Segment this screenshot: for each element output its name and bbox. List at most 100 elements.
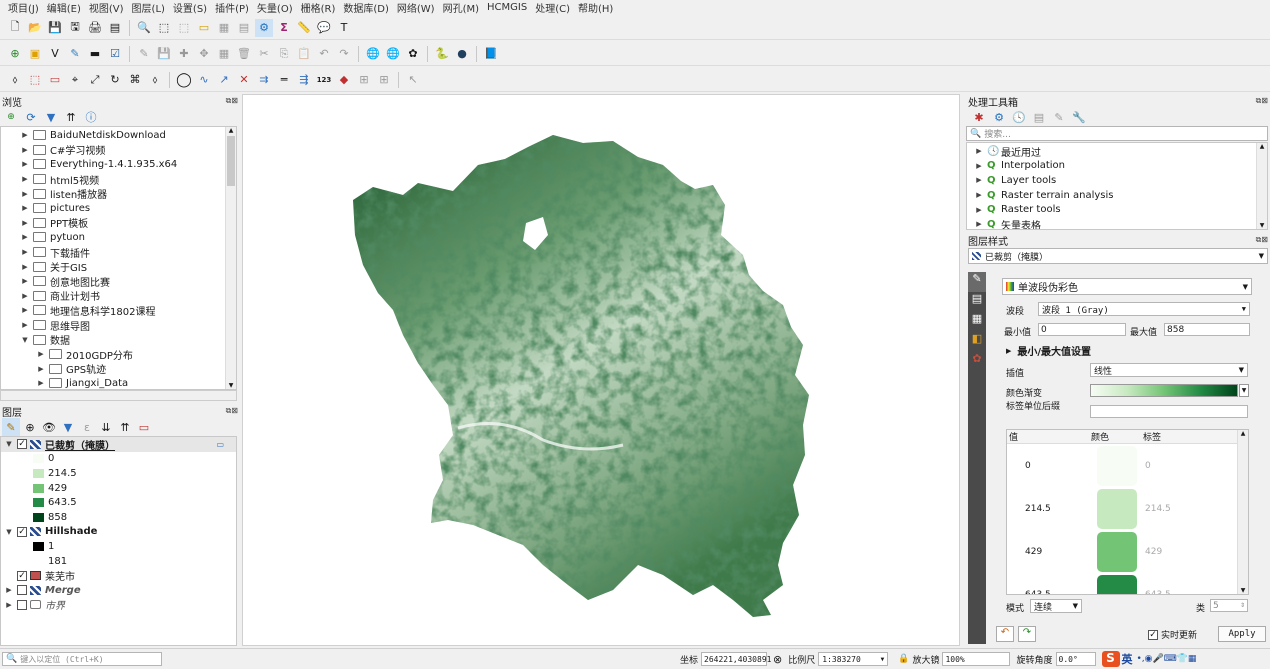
layer-indicator-icon[interactable]: ▭ (216, 440, 224, 449)
transparency-tab-icon[interactable]: ▤ (968, 292, 986, 312)
browser-item[interactable]: ▶ GPS轨迹 (1, 362, 236, 376)
label-rotate-icon[interactable]: ↻ (106, 71, 124, 89)
results-icon[interactable]: ▤ (1030, 108, 1048, 126)
add-vector-icon[interactable]: V (46, 45, 64, 63)
toolbox-item[interactable]: ▶ Q Interpolation (967, 159, 1267, 174)
browser-item[interactable]: ▶ Jiangxi_Data (1, 376, 236, 389)
class-value[interactable]: 0 (1007, 461, 1097, 471)
collapsed-arrow-icon[interactable]: ▶ (17, 321, 33, 329)
snap-icon[interactable]: ⊞ (355, 71, 373, 89)
collapsed-arrow-icon[interactable]: ▶ (17, 263, 33, 271)
menu-item[interactable]: 帮助(H) (574, 0, 617, 15)
live-update-checkbox[interactable]: ✓ (1148, 629, 1158, 640)
menu-item[interactable]: 矢量(O) (253, 0, 297, 15)
number-123-icon[interactable]: 123 (315, 71, 333, 89)
copy-icon[interactable]: ⎘ (275, 45, 293, 63)
min-input[interactable]: 0 (1038, 323, 1126, 336)
sum-icon[interactable]: Σ (275, 19, 293, 37)
collapsed-arrow-icon[interactable]: ▶ (17, 190, 33, 198)
panel-close-icon[interactable]: ⧉⊠ (1256, 96, 1268, 106)
rendering-tab-icon[interactable]: ◧ (968, 332, 986, 352)
text-annotation-icon[interactable]: T (335, 19, 353, 37)
layer-checkbox[interactable]: ✓ (17, 526, 27, 537)
browser-item[interactable]: ▶ pytuon (1, 230, 236, 245)
node-tool-icon[interactable]: ▦ (215, 45, 233, 63)
data-source-icon[interactable]: ⊕ (6, 45, 24, 63)
rotation-field[interactable]: 0.0° (1055, 652, 1096, 666)
scripts-icon[interactable]: ⚙ (990, 108, 1008, 126)
curve-icon[interactable]: ∿ (195, 71, 213, 89)
magnifier-field[interactable]: 100% (942, 652, 1011, 666)
toggle-extent-icon[interactable]: ⊗ (773, 653, 782, 666)
class-row[interactable]: 429 429 (1007, 530, 1248, 573)
menu-item[interactable]: 处理(C) (531, 0, 574, 15)
menu-item[interactable]: 图层(L) (128, 0, 169, 15)
add-group-icon[interactable]: ⊕ (21, 418, 39, 436)
browser-item[interactable]: ▶ pictures (1, 201, 236, 216)
map-canvas[interactable] (242, 94, 960, 646)
layer-hillshade[interactable]: ▼ ✓ Hillshade (1, 525, 236, 540)
class-label[interactable]: 0 (1145, 461, 1151, 471)
browser-item[interactable]: ▶ 2010GDP分布 (1, 347, 236, 362)
classes-spinbox[interactable]: 5 ⇕ (1210, 599, 1248, 612)
browser-item[interactable]: ▶ PPT模板 (1, 216, 236, 230)
add-feature-icon[interactable]: ✚ (175, 45, 193, 63)
collapsed-arrow-icon[interactable]: ▶ (971, 162, 987, 170)
collapsed-arrow-icon[interactable]: ▶ (971, 220, 987, 228)
collapsed-arrow-icon[interactable]: ▶ (17, 219, 33, 227)
virtual-layer-icon[interactable]: ☑ (106, 45, 124, 63)
class-value[interactable]: 429 (1007, 547, 1097, 557)
reshape-icon[interactable]: ✕ (235, 71, 253, 89)
save-project-icon[interactable]: 💾 (46, 19, 64, 37)
menu-item[interactable]: 数据库(D) (339, 0, 393, 15)
circle-icon[interactable]: ◯ (175, 71, 193, 89)
label-move-icon[interactable]: ⤢ (86, 71, 104, 89)
class-color[interactable] (1097, 488, 1137, 529)
panel-close-icon[interactable]: ⧉⊠ (226, 406, 238, 416)
layout-manager-icon[interactable]: ▤ (106, 19, 124, 37)
coord-field[interactable]: 264221,4030891 (701, 652, 771, 666)
class-row[interactable]: 00 (1007, 444, 1248, 487)
layer-checkbox[interactable] (17, 599, 27, 610)
deselect-icon[interactable]: ⬚ (175, 19, 193, 37)
menu-item[interactable]: 视图(V) (85, 0, 128, 15)
scale-select[interactable]: 1:383270 ▼ (818, 652, 889, 666)
models-icon[interactable]: ✱ (970, 108, 988, 126)
class-label[interactable]: 214.5 (1145, 504, 1171, 514)
undo-style-icon[interactable]: ↶ (996, 626, 1014, 642)
lock-icon[interactable]: 🔒 (898, 654, 909, 664)
new-shapefile-icon[interactable]: ▬ (86, 45, 104, 63)
browser-item[interactable]: ▶ listen播放器 (1, 186, 236, 201)
toolbox-scrollbar[interactable]: ▲ ▼ (1256, 143, 1267, 229)
new-project-icon[interactable]: 🗋 (6, 19, 24, 37)
collapse-icon[interactable]: ⇈ (62, 108, 80, 126)
menu-item[interactable]: 网络(W) (393, 0, 439, 15)
collapsed-arrow-icon[interactable]: ▶ (17, 306, 33, 314)
history-icon[interactable]: 🕓 (1010, 108, 1028, 126)
help-book-icon[interactable]: 📘 (482, 45, 500, 63)
class-value[interactable]: 643.5 (1007, 590, 1097, 595)
snap2-icon[interactable]: ⊞ (375, 71, 393, 89)
collapse-all-icon[interactable]: ⇈ (116, 418, 134, 436)
class-value[interactable]: 214.5 (1007, 504, 1097, 514)
browser-item[interactable]: ▶ 思维导图 (1, 318, 236, 333)
collapsed-arrow-icon[interactable]: ▶ (17, 233, 33, 241)
collapsed-arrow-icon[interactable]: ▶ (17, 131, 33, 139)
collapsed-arrow-icon[interactable]: ▶ (17, 277, 33, 285)
toolbox-item[interactable]: ▶ Q 矢量表格 (967, 217, 1267, 229)
browser-scrollbar[interactable]: ▲ ▼ (225, 127, 236, 389)
collapsed-arrow-icon[interactable]: ▶ (17, 204, 33, 212)
open-project-icon[interactable]: 📂 (26, 19, 44, 37)
toolbox-item[interactable]: ▶ Q Raster tools (967, 202, 1267, 217)
split-icon[interactable]: ═ (275, 71, 293, 89)
class-color[interactable] (1097, 445, 1137, 486)
redo-style-icon[interactable]: ↷ (1018, 626, 1036, 642)
refresh-icon[interactable]: ⟳ (22, 108, 40, 126)
renderer-select[interactable]: 单波段伪彩色 ▼ (1002, 278, 1252, 295)
label-change-icon[interactable]: ⌘ (126, 71, 144, 89)
layer-merge[interactable]: ▶ Merge (1, 583, 236, 598)
identify-icon[interactable]: 🔍 (135, 19, 153, 37)
delete-icon[interactable]: 🗑 (235, 45, 253, 63)
merge-features-icon[interactable]: ⇶ (295, 71, 313, 89)
collapsed-arrow-icon[interactable]: ▶ (17, 248, 33, 256)
